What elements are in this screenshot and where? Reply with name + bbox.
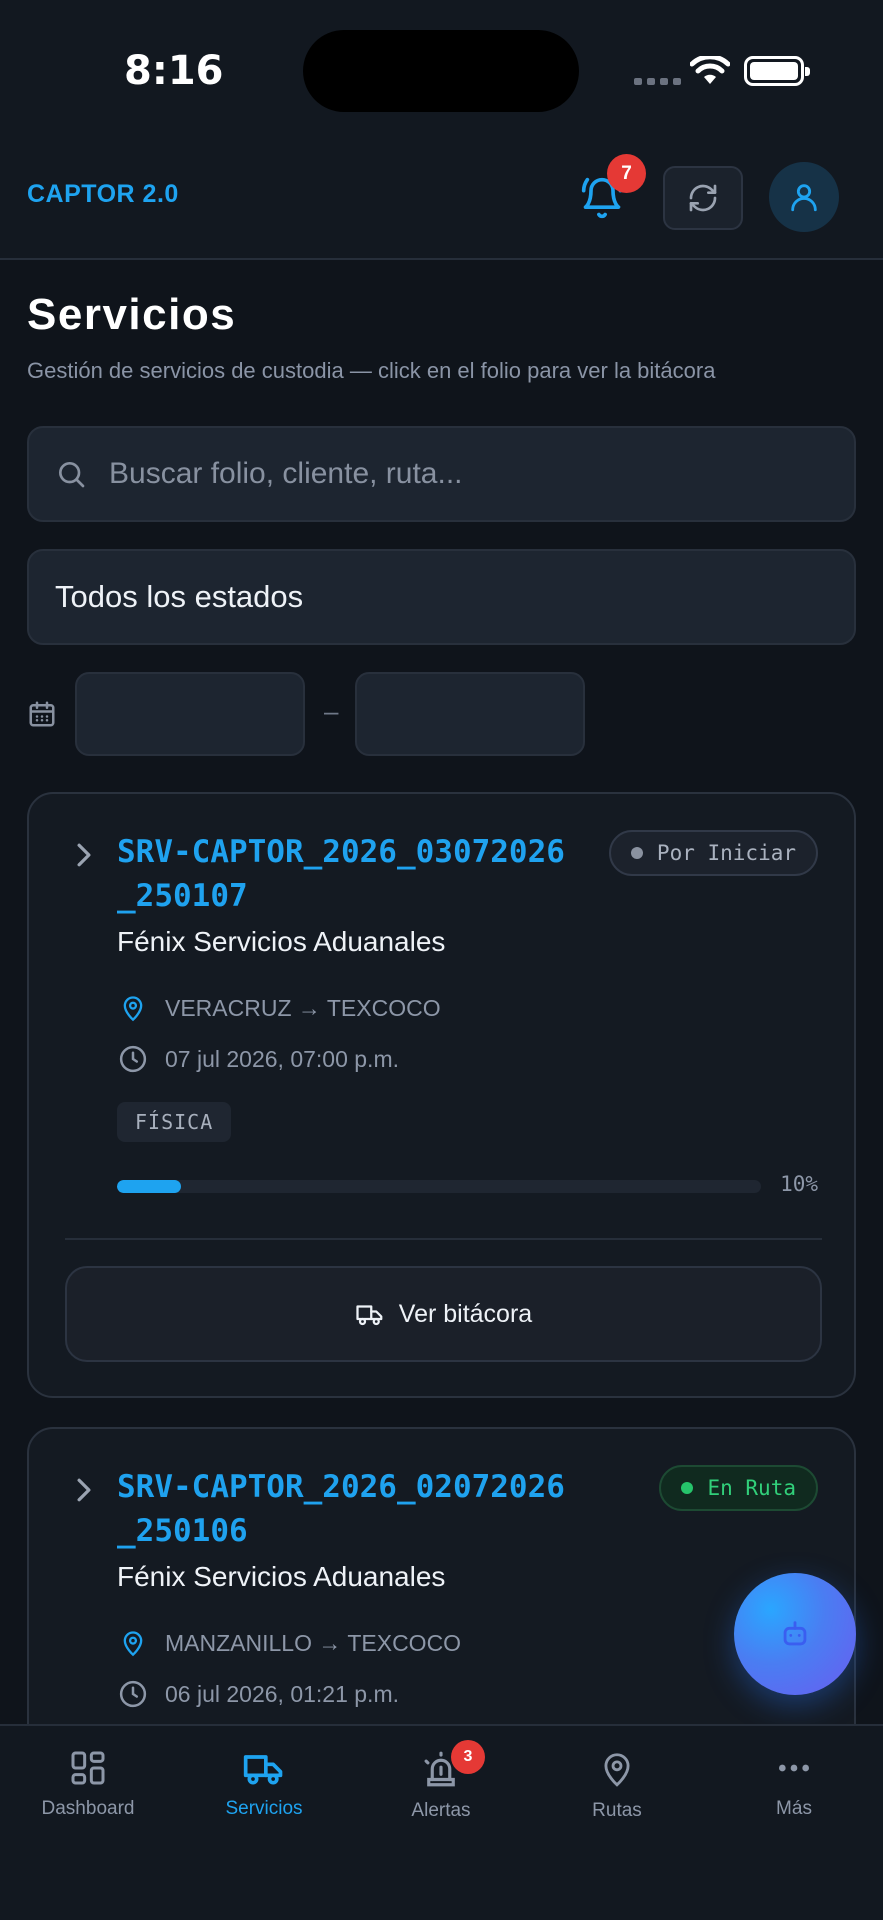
page-subtitle: Gestión de servicios de custodia — click… [27, 358, 716, 383]
service-card: SRV-CAPTOR_2026_03072026_250107 Por Inic… [27, 792, 856, 1398]
assistant-fab-button[interactable] [734, 1573, 856, 1695]
service-client: Fénix Servicios Aduanales [117, 1561, 446, 1592]
battery-icon [744, 56, 810, 86]
service-route: MANZANILLO → TEXCOCO [117, 1627, 461, 1659]
clock-icon [119, 1045, 147, 1073]
truck-icon [356, 1305, 383, 1326]
date-range-filter: – [27, 672, 856, 756]
user-avatar-button[interactable] [769, 162, 839, 232]
progress-label: 10% [780, 1172, 818, 1196]
truck-icon [243, 1755, 283, 1785]
clock-icon [119, 1680, 147, 1708]
route-text: VERACRUZ → TEXCOCO [165, 994, 441, 1021]
status-time: 8:16 [124, 48, 224, 94]
status-badge: En Ruta [659, 1465, 818, 1511]
service-datetime: 06 jul 2026, 01:21 p.m. [117, 1679, 399, 1709]
date-separator: – [324, 696, 339, 726]
status-dot [630, 847, 643, 859]
progress-bar [117, 1180, 761, 1193]
more-icon [779, 1764, 809, 1772]
search-input[interactable] [109, 457, 809, 491]
bottom-navigation: Dashboard Servicios 3 Alertas Rutas Más [0, 1724, 883, 1920]
nav-item-rutas[interactable]: Rutas [529, 1726, 705, 1856]
map-pin-icon [123, 996, 143, 1022]
app-header: CAPTOR 2.0 7 [0, 140, 883, 260]
app-screen: 8:16 CAPTOR 2.0 7 Servicios Gestión de s… [0, 0, 883, 1920]
datetime-text: 06 jul 2026, 01:21 p.m. [165, 1680, 399, 1707]
view-log-button[interactable]: Ver bitácora [65, 1266, 822, 1362]
route-text: MANZANILLO → TEXCOCO [165, 1629, 462, 1656]
nav-label: Servicios [225, 1798, 303, 1819]
status-filter-value: Todos los estados [55, 579, 304, 614]
grid-icon [71, 1751, 105, 1785]
service-type-tag: FÍSICA [117, 1102, 232, 1142]
search-box[interactable] [27, 426, 856, 522]
service-datetime: 07 jul 2026, 07:00 p.m. [117, 1044, 399, 1074]
nav-item-servicios[interactable]: Servicios [176, 1726, 352, 1856]
refresh-button[interactable] [663, 166, 743, 230]
status-filter-select[interactable]: Todos los estados [27, 549, 856, 645]
status-badge: Por Iniciar [608, 830, 818, 876]
page-title: Servicios [27, 290, 237, 339]
status-bar: 8:16 [0, 0, 883, 140]
status-badge-label: En Ruta [707, 1476, 796, 1500]
notification-count-badge: 7 [607, 154, 646, 193]
nav-label: Dashboard [41, 1798, 135, 1819]
nav-label: Alertas [411, 1800, 471, 1821]
date-to-input[interactable] [355, 672, 585, 756]
date-from-input[interactable] [75, 672, 305, 756]
service-client: Fénix Servicios Aduanales [117, 926, 446, 957]
status-dot [681, 1482, 694, 1494]
refresh-icon [689, 184, 717, 212]
nav-label: Rutas [592, 1800, 642, 1821]
card-divider [65, 1238, 822, 1240]
brand-logo-text: CAPTOR 2.0 [27, 180, 179, 208]
nav-label: Más [776, 1798, 812, 1819]
chevron-right-icon[interactable] [73, 1477, 95, 1503]
service-folio-link[interactable]: SRV-CAPTOR_2026_03072026_250107 [117, 830, 577, 918]
status-badge-label: Por Iniciar [656, 841, 796, 865]
chevron-right-icon[interactable] [73, 842, 95, 868]
progress-bar-fill [117, 1180, 182, 1193]
view-log-label: Ver bitácora [398, 1299, 533, 1328]
user-icon [791, 184, 817, 212]
service-route: VERACRUZ → TEXCOCO [117, 992, 441, 1024]
nav-item-dashboard[interactable]: Dashboard [0, 1726, 176, 1856]
map-pin-icon [604, 1753, 630, 1787]
dynamic-island [303, 30, 579, 112]
wifi-icon [690, 56, 730, 84]
bot-icon [783, 1621, 807, 1646]
alerts-count-badge: 3 [451, 1740, 485, 1774]
cellular-signal-icon [634, 78, 681, 85]
map-pin-icon [123, 1631, 143, 1657]
calendar-icon [29, 701, 55, 727]
datetime-text: 07 jul 2026, 07:00 p.m. [165, 1045, 399, 1072]
nav-item-alertas[interactable]: 3 Alertas [353, 1726, 529, 1856]
service-folio-link[interactable]: SRV-CAPTOR_2026_02072026_250106 [117, 1465, 577, 1553]
search-icon [59, 462, 85, 488]
nav-item-mas[interactable]: Más [706, 1726, 882, 1856]
